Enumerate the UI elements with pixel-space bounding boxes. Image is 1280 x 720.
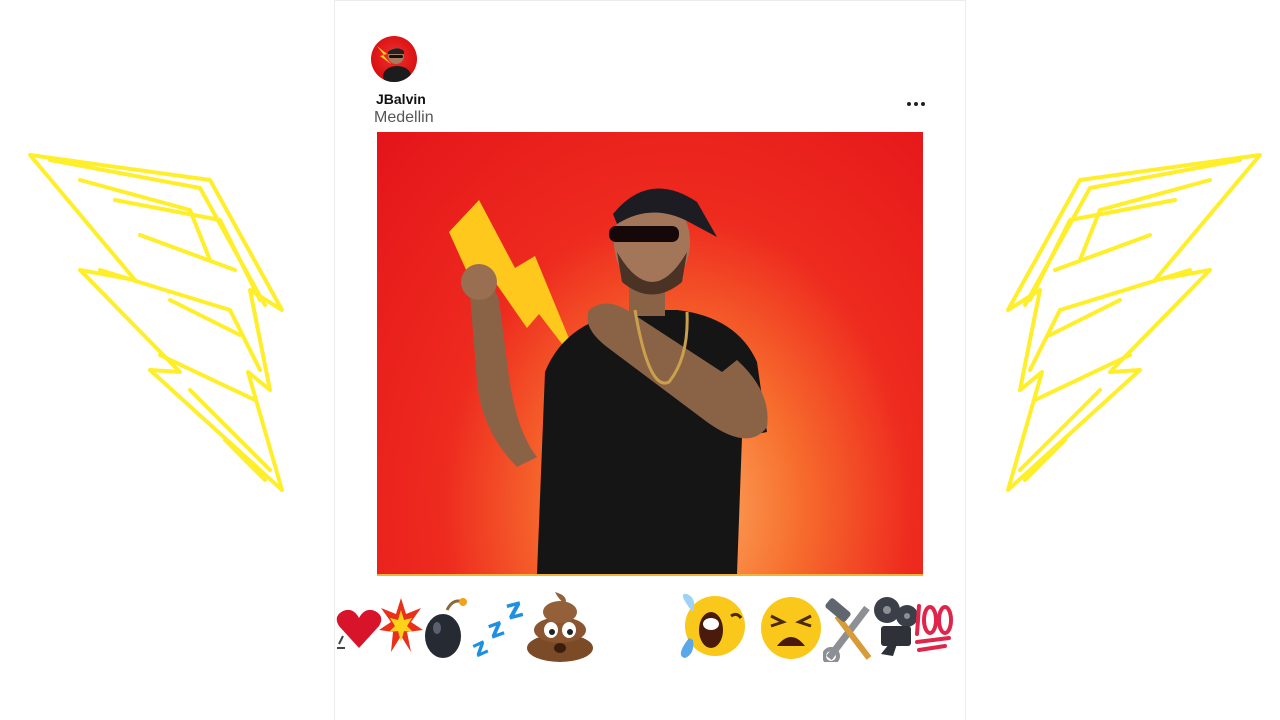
avatar-photo [377, 46, 411, 82]
face-with-tears-of-joy-icon [680, 593, 745, 658]
more-horizontal-icon-dot [914, 102, 918, 106]
zzz-icon: z z z [471, 592, 526, 658]
hundred-points-icon [915, 604, 953, 652]
lightning-scribble-left [28, 153, 284, 492]
username[interactable]: JBalvin [376, 91, 426, 107]
pile-of-poo-icon [527, 592, 593, 662]
emoji-strip: z z z [335, 586, 967, 676]
collision-icon [379, 598, 423, 652]
post-photo[interactable] [377, 132, 923, 576]
lightning-scribble-right [1006, 153, 1262, 492]
raised-fist [461, 264, 497, 300]
bomb-icon [425, 598, 467, 658]
photo-artwork [449, 188, 768, 574]
svg-text:z: z [484, 612, 508, 645]
svg-text:z: z [471, 632, 492, 658]
tired-face-icon [761, 597, 821, 659]
post-card: JBalvin Medellin z z z [334, 0, 966, 720]
red-heart-icon [336, 609, 382, 649]
more-horizontal-icon-dot [921, 102, 925, 106]
more-horizontal-icon [907, 102, 911, 106]
avatar[interactable] [371, 36, 417, 82]
location[interactable]: Medellin [374, 109, 434, 127]
svg-text:z: z [502, 592, 526, 627]
sunglasses [609, 226, 679, 242]
more-options-button[interactable] [903, 93, 929, 115]
